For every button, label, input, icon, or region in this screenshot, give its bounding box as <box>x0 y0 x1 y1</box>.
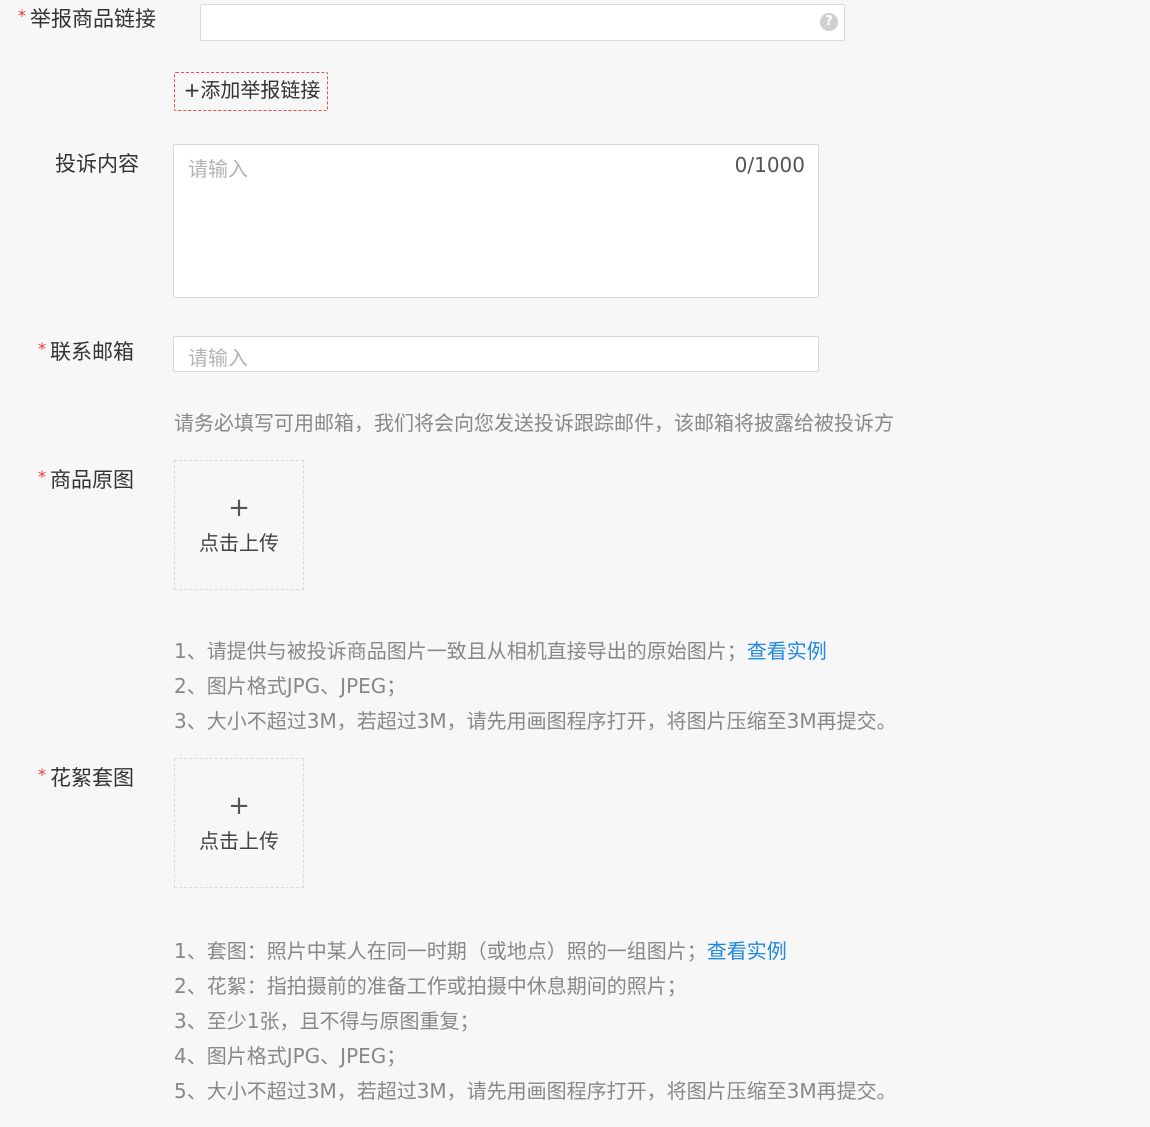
original-image-notes: 1、请提供与被投诉商品图片一致且从相机直接导出的原始图片；查看实例 2、图片格式… <box>174 634 897 739</box>
note-text: 1、套图：照片中某人在同一时期（或地点）照的一组图片； <box>174 939 707 963</box>
complaint-counter: 0/1000 <box>734 153 805 177</box>
note-line: 2、花絮：指拍摄前的准备工作或拍摄中休息期间的照片； <box>174 974 687 998</box>
add-report-link-button[interactable]: +添加举报链接 <box>174 72 328 111</box>
view-example-link[interactable]: 查看实例 <box>747 639 827 663</box>
required-mark: * <box>38 467 46 486</box>
complaint-label: 投诉内容 <box>55 152 139 176</box>
email-hint: 请务必填写可用邮箱，我们将会向您发送投诉跟踪邮件，该邮箱将披露给被投诉方 <box>174 411 894 435</box>
email-placeholder: 请输入 <box>188 346 248 370</box>
note-line: 3、大小不超过3M，若超过3M，请先用画图程序打开，将图片压缩至3M再提交。 <box>174 709 897 733</box>
plus-icon: + <box>228 493 250 523</box>
bts-image-upload[interactable]: + 点击上传 <box>174 758 304 888</box>
required-mark: * <box>38 339 46 358</box>
report-link-input[interactable]: ? <box>200 4 845 41</box>
report-link-label: 举报商品链接 <box>30 7 156 31</box>
report-link-label-group: * 举报商品链接 <box>18 5 156 33</box>
email-input[interactable]: 请输入 <box>173 336 819 372</box>
help-icon[interactable]: ? <box>820 13 838 31</box>
email-label-group: * 联系邮箱 <box>38 338 134 366</box>
note-text: 1、请提供与被投诉商品图片一致且从相机直接导出的原始图片； <box>174 639 747 663</box>
bts-image-notes: 1、套图：照片中某人在同一时期（或地点）照的一组图片；查看实例 2、花絮：指拍摄… <box>174 934 897 1109</box>
upload-label: 点击上传 <box>199 829 279 853</box>
note-line: 2、图片格式JPG、JPEG； <box>174 674 407 698</box>
complaint-placeholder: 请输入 <box>188 157 248 181</box>
bts-image-label-group: * 花絮套图 <box>38 764 134 792</box>
note-line: 3、至少1张，且不得与原图重复； <box>174 1009 480 1033</box>
complaint-textarea[interactable]: 请输入 0/1000 <box>173 144 819 298</box>
note-line: 1、套图：照片中某人在同一时期（或地点）照的一组图片；查看实例 <box>174 934 897 969</box>
required-mark: * <box>38 765 46 784</box>
note-line: 4、图片格式JPG、JPEG； <box>174 1044 407 1068</box>
bts-image-label: 花絮套图 <box>50 766 134 790</box>
view-example-link[interactable]: 查看实例 <box>707 939 787 963</box>
original-image-label-group: * 商品原图 <box>38 466 134 494</box>
original-image-label: 商品原图 <box>50 468 134 492</box>
add-report-link-label: +添加举报链接 <box>183 78 321 102</box>
plus-icon: + <box>228 791 250 821</box>
required-mark: * <box>18 6 26 25</box>
original-image-upload[interactable]: + 点击上传 <box>174 460 304 590</box>
email-label: 联系邮箱 <box>50 340 134 364</box>
note-line: 5、大小不超过3M，若超过3M，请先用画图程序打开，将图片压缩至3M再提交。 <box>174 1079 897 1103</box>
note-line: 1、请提供与被投诉商品图片一致且从相机直接导出的原始图片；查看实例 <box>174 634 897 669</box>
upload-label: 点击上传 <box>199 531 279 555</box>
